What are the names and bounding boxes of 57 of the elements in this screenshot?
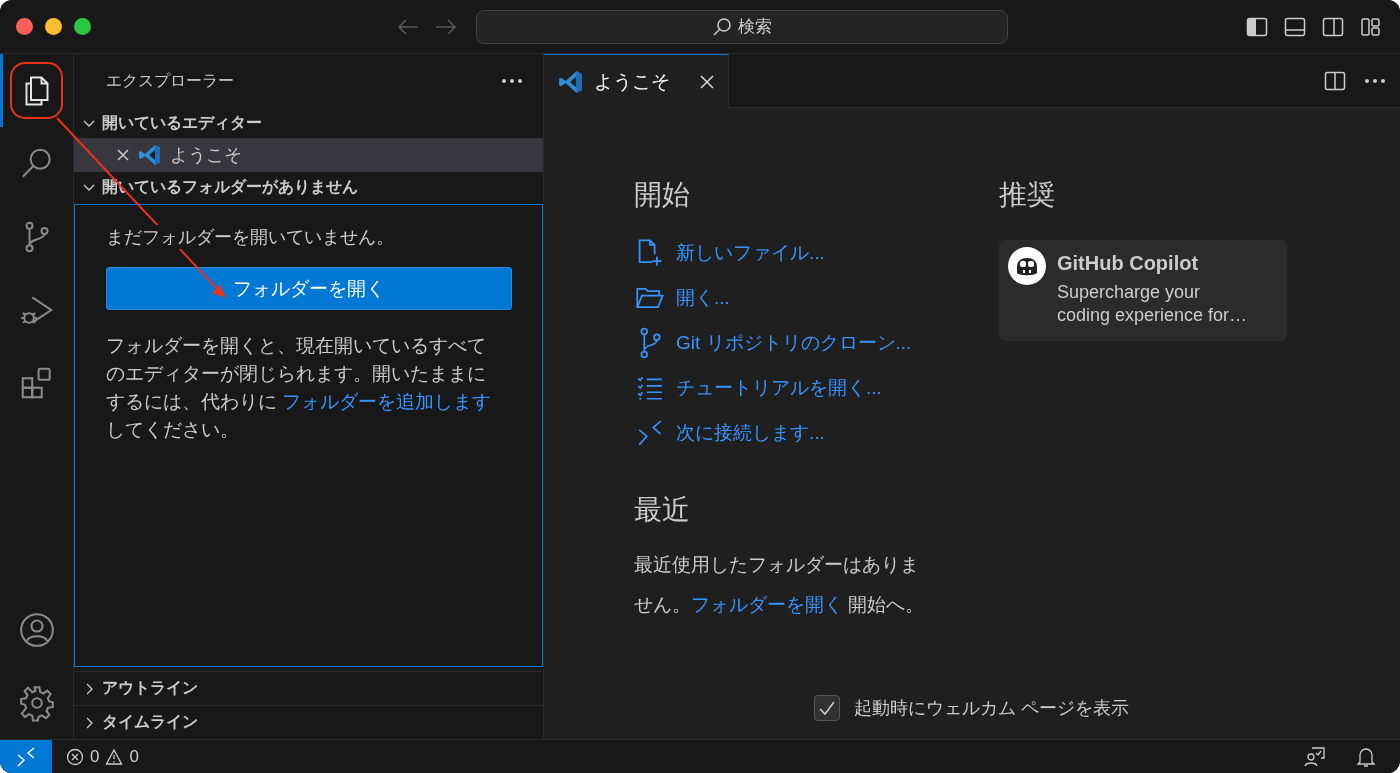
start-link[interactable]: Git リポジトリのクローン...: [676, 329, 912, 356]
start-link[interactable]: 次に接続します...: [676, 419, 825, 446]
error-icon: [66, 747, 84, 766]
editor-tab[interactable]: ようこそ: [544, 54, 729, 108]
recent-message: 最近使用したフォルダーはありません。フォルダーを開く 開始へ。: [634, 553, 926, 617]
search-icon: [712, 16, 732, 37]
back-arrow-icon[interactable]: [396, 16, 420, 37]
new-file-icon: [636, 237, 664, 268]
recommendation-card[interactable]: GitHub Copilot Supercharge your coding experience for…: [999, 240, 1287, 341]
section-header[interactable]: 開いているエディター: [102, 112, 262, 134]
more-actions-icon[interactable]: [1364, 77, 1386, 84]
close-icon[interactable]: [116, 148, 130, 162]
section-heading: 推奨: [999, 178, 1056, 212]
copilot-icon: [1007, 246, 1047, 286]
warning-icon: [105, 747, 124, 766]
sidebar-toggle-icon[interactable]: [1246, 15, 1268, 38]
secondary-sidebar-icon[interactable]: [1322, 15, 1344, 38]
remote-icon: [637, 418, 663, 447]
checkbox-label: 起動時にウェルカム ページを表示: [854, 697, 1130, 720]
feedback-icon[interactable]: [1304, 745, 1326, 768]
sidebar-title: エクスプローラー: [106, 70, 234, 91]
start-link[interactable]: 開く...: [676, 284, 730, 311]
vscode-logo-icon: [558, 68, 584, 95]
checkbox[interactable]: [814, 695, 841, 721]
remote-icon: [16, 746, 36, 767]
section-heading: 開始: [634, 178, 691, 212]
minimize-window-button[interactable]: [45, 18, 62, 35]
add-folder-link[interactable]: フォルダーを追加します: [282, 391, 492, 412]
file-name: ようこそ: [170, 144, 242, 167]
card-description: Supercharge your coding experience for…: [1057, 281, 1249, 327]
section-header[interactable]: アウトライン: [102, 678, 198, 699]
split-editor-icon[interactable]: [1324, 69, 1346, 92]
start-link[interactable]: チュートリアルを開く...: [676, 374, 882, 401]
open-folder-button[interactable]: フォルダーを開く: [106, 267, 512, 310]
panel-toggle-icon[interactable]: [1284, 15, 1306, 38]
check-icon: [818, 699, 837, 717]
settings-icon[interactable]: [17, 683, 56, 722]
problems-button[interactable]: 0 0: [66, 746, 139, 767]
close-window-button[interactable]: [16, 18, 33, 35]
layout-icon[interactable]: [1360, 15, 1382, 38]
more-actions-icon[interactable]: [501, 78, 523, 84]
vscode-logo-icon: [138, 143, 162, 167]
bell-icon[interactable]: [1356, 745, 1376, 768]
folder-note-text: フォルダーを開くと、現在開いているすべてのエディターが閉じられます。開いたままにするには、代わりに フォルダーを追加します してください。: [106, 334, 493, 442]
forward-arrow-icon[interactable]: [434, 16, 458, 37]
close-icon[interactable]: [700, 74, 714, 89]
card-title: GitHub Copilot: [1057, 252, 1200, 275]
remote-button[interactable]: [0, 740, 52, 773]
section-heading: 最近: [634, 493, 691, 527]
checklist-icon: [636, 374, 664, 401]
section-header[interactable]: タイムライン: [102, 712, 198, 733]
search-field[interactable]: 検索: [476, 9, 1008, 44]
open-editor-item[interactable]: ようこそ: [74, 138, 543, 172]
account-icon[interactable]: [17, 610, 56, 649]
start-link[interactable]: 新しいファイル...: [676, 239, 825, 266]
open-folder-link[interactable]: フォルダーを開く: [691, 594, 843, 615]
zoom-window-button[interactable]: [74, 18, 91, 35]
